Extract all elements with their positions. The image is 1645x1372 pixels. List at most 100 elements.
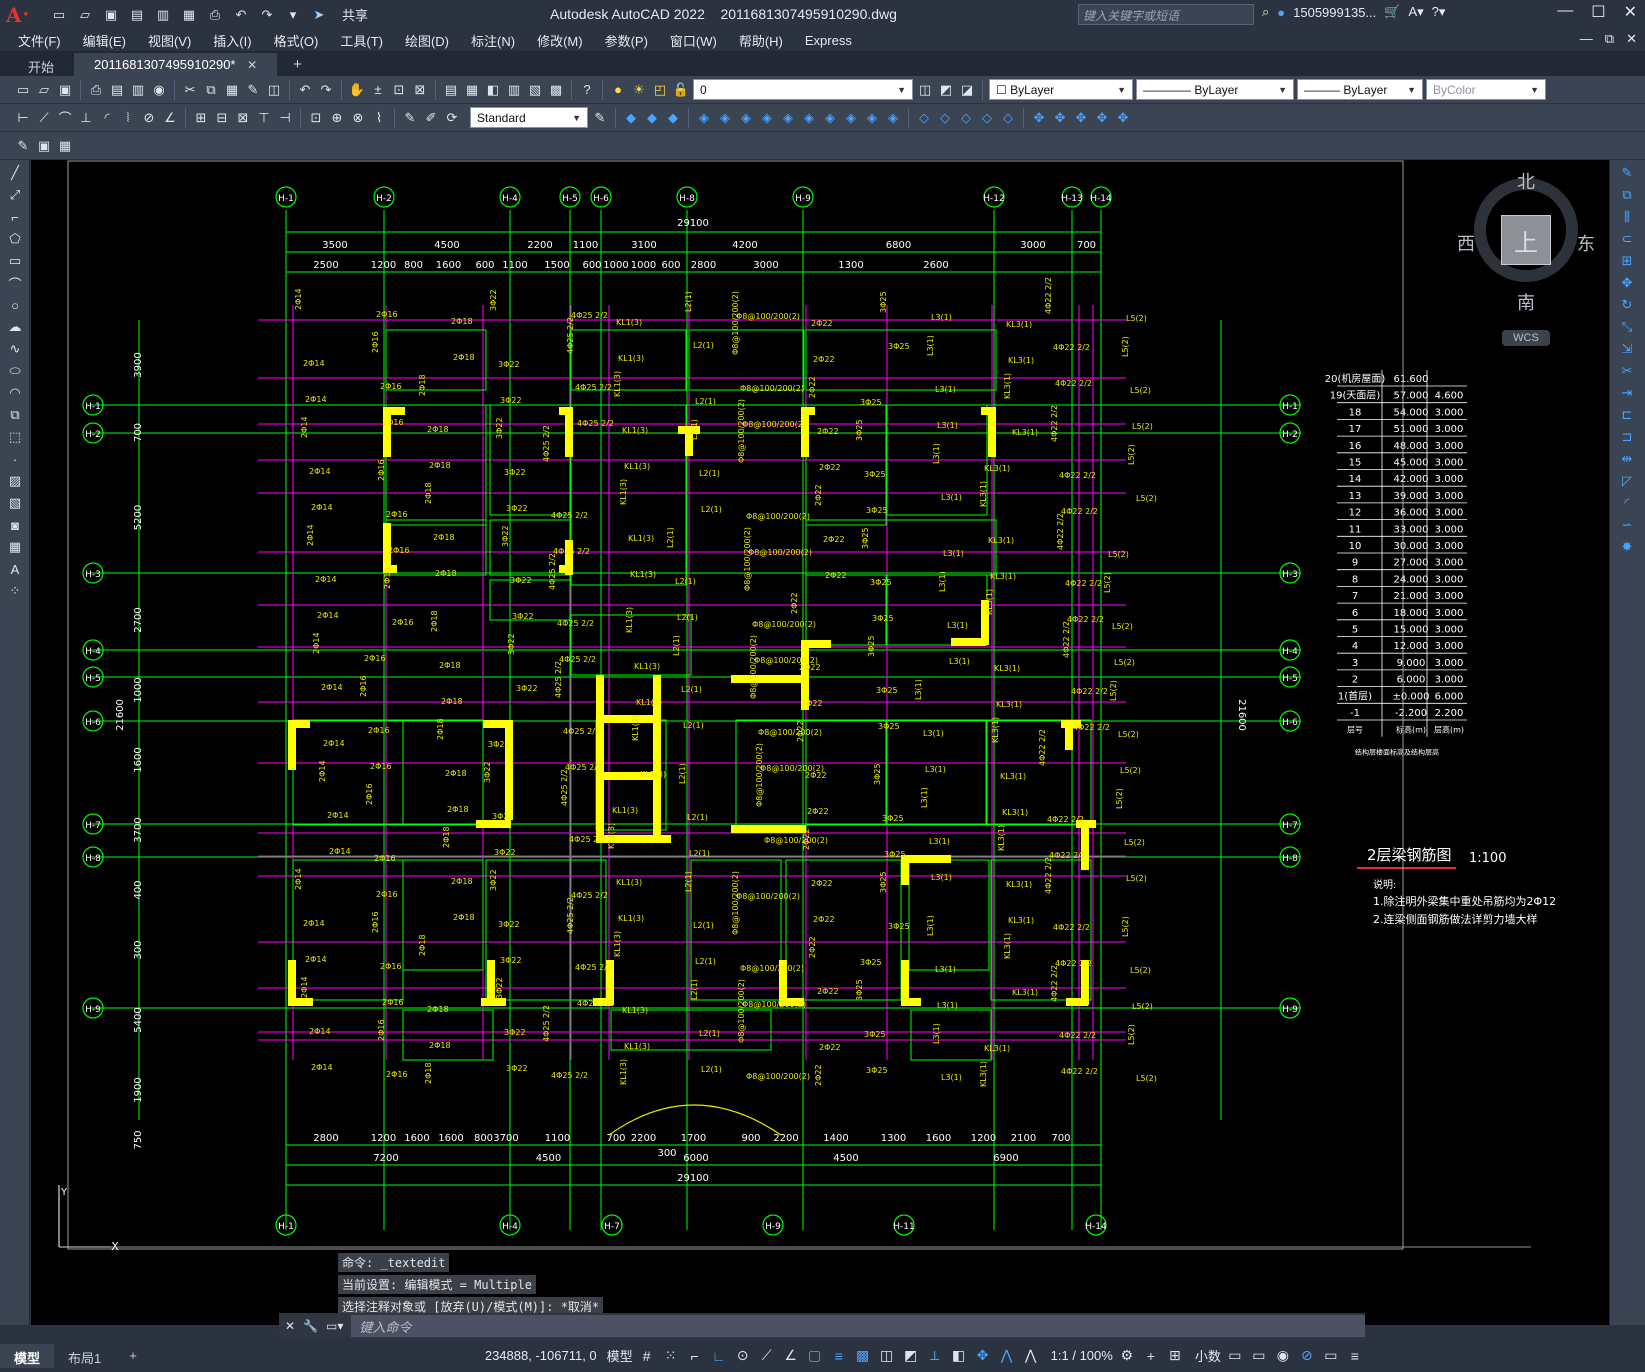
mirror-icon[interactable]: ⫼ xyxy=(1618,208,1636,226)
clean-screen-icon[interactable]: ⊘ xyxy=(1297,1346,1317,1366)
drawing-canvas[interactable]: H-1 H-2 H-4 H-5 H-6 H-8 H-9 H-12 H-13 H-14 H-1 H-4 H… xyxy=(31,160,1609,1325)
menu-tools[interactable]: 工具(T) xyxy=(340,31,383,50)
viewcube-north[interactable]: 北 xyxy=(1517,168,1535,194)
redo-icon[interactable]: ↷ xyxy=(256,5,278,25)
snap-icon[interactable]: ⁙ xyxy=(661,1346,681,1366)
lock-ui-icon[interactable]: ▭ xyxy=(1249,1346,1269,1366)
dynamic-ucs-icon[interactable]: ⟂ xyxy=(925,1346,945,1366)
array-icon[interactable]: ⊞ xyxy=(1618,252,1636,270)
redo-icon[interactable]: ↷ xyxy=(317,81,335,99)
add-selected-icon[interactable]: ⁘ xyxy=(6,582,24,600)
3d-align-icon[interactable]: ✥ xyxy=(1072,109,1090,127)
plotstyle-dropdown[interactable]: ByColor ▼ xyxy=(1426,79,1546,100)
recent-commands-icon[interactable]: ▭▾ xyxy=(326,1319,343,1333)
box-icon[interactable]: ◆ xyxy=(622,109,640,127)
line-icon[interactable]: ╱ xyxy=(6,164,24,182)
menu-help[interactable]: 帮助(H) xyxy=(739,31,783,50)
block-attribute-icon[interactable]: ▣ xyxy=(35,137,53,155)
make-block-icon[interactable]: ⬚ xyxy=(6,428,24,446)
user-icon[interactable]: ● xyxy=(1277,5,1285,20)
ellipse-arc-icon[interactable]: ◠ xyxy=(6,384,24,402)
infer-constraints-icon[interactable]: ⌐ xyxy=(685,1346,705,1366)
extrude-icon[interactable]: ◈ xyxy=(695,109,713,127)
attribute-manager-icon[interactable]: ▦ xyxy=(56,137,74,155)
search-input[interactable]: 键入关键字或短语 xyxy=(1078,4,1254,25)
extend-icon[interactable]: ⇥ xyxy=(1618,384,1636,402)
lineweight-dropdown[interactable]: ——— ByLayer ▼ xyxy=(1297,79,1423,100)
layer-thaw-icon[interactable]: ☀ xyxy=(630,81,648,99)
hardware-acceleration-icon[interactable]: ◉ xyxy=(1273,1346,1293,1366)
layer-dropdown[interactable]: 0 ▼ xyxy=(693,79,913,100)
dim-edit-icon[interactable]: ✎ xyxy=(401,109,419,127)
minimize-icon[interactable]: — xyxy=(1557,2,1573,22)
cart-icon[interactable]: 🛒 xyxy=(1384,4,1400,20)
jogged-dim-icon[interactable]: ⦚ xyxy=(119,109,137,127)
coordinate-readout[interactable]: 234888, -106711, 0 xyxy=(485,1348,597,1363)
undo-icon[interactable]: ↶ xyxy=(296,81,314,99)
add-layout-button[interactable]: + xyxy=(115,1344,151,1368)
tolerance-icon[interactable]: ⊡ xyxy=(307,109,325,127)
autocad-logo-icon[interactable]: A ▾ xyxy=(6,3,32,27)
3d-move-icon[interactable]: ✥ xyxy=(1030,109,1048,127)
baseline-dim-icon[interactable]: ⊟ xyxy=(213,109,231,127)
annotation-monitor-icon[interactable]: + xyxy=(1141,1346,1161,1366)
intersect-icon[interactable]: ◈ xyxy=(842,109,860,127)
transparency-icon[interactable]: ▩ xyxy=(853,1346,873,1366)
cone-icon[interactable]: ◆ xyxy=(664,109,682,127)
explode-icon[interactable]: ✸ xyxy=(1618,538,1636,556)
dim-text-edit-icon[interactable]: ✐ xyxy=(422,109,440,127)
gizmo-icon[interactable]: ✥ xyxy=(973,1346,993,1366)
lineweight-icon[interactable]: ≡ xyxy=(829,1346,849,1366)
tab-drawing[interactable]: 2011681307495910290* ✕ xyxy=(74,53,278,76)
edit-attribute-icon[interactable]: ✎ xyxy=(14,137,32,155)
union-icon[interactable]: ◈ xyxy=(800,109,818,127)
menu-file[interactable]: 文件(F) xyxy=(18,31,61,50)
menu-edit[interactable]: 编辑(E) xyxy=(83,31,126,50)
presspull-icon[interactable]: ◈ xyxy=(716,109,734,127)
angular-dim-icon[interactable]: ∠ xyxy=(161,109,179,127)
viewcube-east[interactable]: 东 xyxy=(1577,230,1595,256)
menu-window[interactable]: 窗口(W) xyxy=(670,31,717,50)
viewcube-top-face[interactable]: 上 xyxy=(1501,215,1551,265)
menu-view[interactable]: 视图(V) xyxy=(148,31,191,50)
zoom-previous-icon[interactable]: ⊠ xyxy=(411,81,429,99)
3d-object-snap-icon[interactable]: ◩ xyxy=(901,1346,921,1366)
annotation-scale[interactable]: 1:1 / 100% xyxy=(1051,1348,1113,1363)
menu-format[interactable]: 格式(O) xyxy=(274,31,319,50)
trim-icon[interactable]: ✂ xyxy=(1618,362,1636,380)
ellipse-icon[interactable]: ⬭ xyxy=(6,362,24,380)
stretch-icon[interactable]: ⇲ xyxy=(1618,340,1636,358)
spline-icon[interactable]: ∿ xyxy=(6,340,24,358)
customize-command-icon[interactable]: 🔧 xyxy=(303,1319,318,1333)
fillet-icon[interactable]: ◜ xyxy=(1618,494,1636,512)
save-web-icon[interactable]: ▦ xyxy=(178,5,200,25)
imprint-icon[interactable]: ◇ xyxy=(978,109,996,127)
break-at-point-icon[interactable]: ⊏ xyxy=(1618,406,1636,424)
units-setting[interactable]: 小数 xyxy=(1195,1346,1221,1365)
break-icon[interactable]: ⊐ xyxy=(1618,428,1636,446)
new-icon[interactable]: ▭ xyxy=(14,81,32,99)
aligned-dim-icon[interactable]: ⟋ xyxy=(35,109,53,127)
sheet-set-icon[interactable]: ▥ xyxy=(505,81,523,99)
make-current-icon[interactable]: ◩ xyxy=(937,81,955,99)
undo-icon[interactable]: ↶ xyxy=(230,5,252,25)
erase-icon[interactable]: ✎ xyxy=(1618,164,1636,182)
selection-filter-icon[interactable]: ◧ xyxy=(949,1346,969,1366)
plot-icon[interactable]: ⎙ xyxy=(87,81,105,99)
3d-print-icon[interactable]: ◉ xyxy=(150,81,168,99)
block-editor-icon[interactable]: ◫ xyxy=(265,81,283,99)
zoom-realtime-icon[interactable]: ± xyxy=(369,81,387,99)
tab-model[interactable]: 模型 xyxy=(0,1343,55,1368)
autodesk-account-icon[interactable]: A▾ xyxy=(1408,4,1423,20)
paste-icon[interactable]: ▦ xyxy=(223,81,241,99)
copy-icon[interactable]: ⧉ xyxy=(202,81,220,99)
calculator-icon[interactable]: ▩ xyxy=(547,81,565,99)
polygon-icon[interactable]: ⬠ xyxy=(6,230,24,248)
object-snap-icon[interactable]: ▢ xyxy=(805,1346,825,1366)
quick-properties-icon[interactable]: ▭ xyxy=(1225,1346,1245,1366)
color-dropdown[interactable]: ☐ ByLayer ▼ xyxy=(989,79,1133,100)
continue-dim-icon[interactable]: ⊠ xyxy=(234,109,252,127)
layer-viewport-icon[interactable]: ◰ xyxy=(651,81,669,99)
rotate-icon[interactable]: ↻ xyxy=(1618,296,1636,314)
viewcube-west[interactable]: 西 xyxy=(1457,230,1475,256)
